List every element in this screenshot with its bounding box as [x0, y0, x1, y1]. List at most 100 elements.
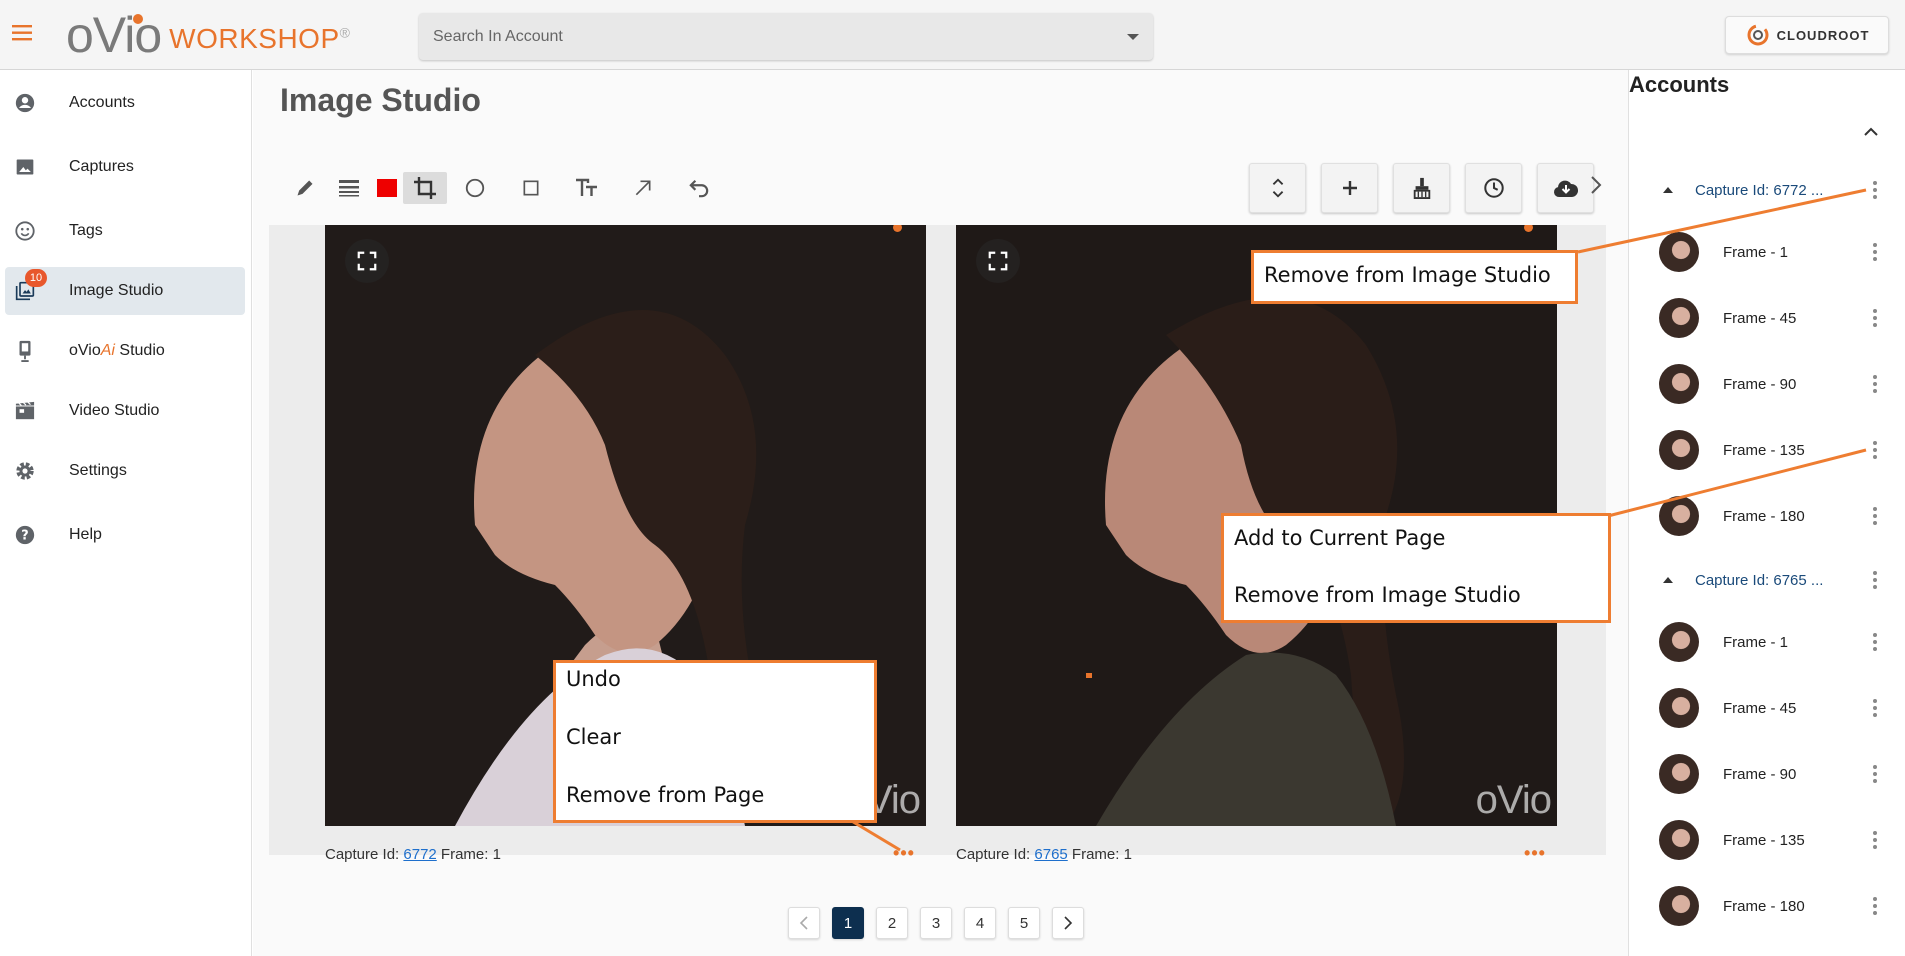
- frame-item[interactable]: Frame - 45: [1659, 296, 1889, 340]
- toolbar-next-icon[interactable]: [1586, 170, 1606, 200]
- toggle-layout-button[interactable]: [1249, 163, 1306, 213]
- cloudroot-label: CLOUDROOT: [1776, 27, 1870, 43]
- phone-studio-icon: [13, 339, 37, 363]
- capture-group-6772[interactable]: Capture Id: 6772 ...: [1663, 178, 1883, 202]
- frame-menu-callout: Add to Current Page Remove from Image St…: [1221, 513, 1611, 623]
- prev-page-button[interactable]: [788, 907, 820, 939]
- add-page-button[interactable]: [1321, 163, 1378, 213]
- next-page-button[interactable]: [1052, 907, 1084, 939]
- frame-menu-icon[interactable]: [1867, 696, 1883, 720]
- crop-tool[interactable]: [403, 172, 447, 204]
- capture-group-6765[interactable]: Capture Id: 6765 ...: [1663, 568, 1883, 592]
- undo-tool[interactable]: [671, 172, 727, 204]
- frame-item[interactable]: Frame - 1: [1659, 230, 1889, 274]
- frame-menu-icon[interactable]: [1867, 306, 1883, 330]
- circle-tool[interactable]: [447, 172, 503, 204]
- account-search[interactable]: [419, 13, 1153, 60]
- sidebar-item-captures[interactable]: Captures: [5, 143, 245, 191]
- page-5-button[interactable]: 5: [1008, 907, 1040, 939]
- sidebar-item-label: Tags: [69, 222, 103, 239]
- sidebar-item-ovioai-studio[interactable]: oVioAi Studio: [5, 327, 245, 375]
- cloudroot-button[interactable]: CLOUDROOT: [1725, 16, 1889, 54]
- frame-menu-icon[interactable]: [1867, 372, 1883, 396]
- add-to-current-page-option[interactable]: Add to Current Page: [1234, 526, 1445, 550]
- fullscreen-icon[interactable]: [345, 239, 389, 283]
- collapse-icon[interactable]: [1863, 126, 1881, 144]
- frame-menu-icon[interactable]: [1867, 630, 1883, 654]
- dropdown-caret-icon[interactable]: [1127, 33, 1139, 40]
- line-weight-tool[interactable]: [327, 172, 371, 204]
- frame-item[interactable]: Frame - 1: [1659, 620, 1889, 664]
- frame-item[interactable]: Frame - 45: [1659, 686, 1889, 730]
- frame-item[interactable]: Frame - 180: [1659, 494, 1889, 538]
- frame-menu-icon[interactable]: [1867, 240, 1883, 264]
- sidebar-item-tags[interactable]: Tags: [5, 207, 245, 255]
- frame-menu-icon[interactable]: [1867, 504, 1883, 528]
- ovio-workshop-logo[interactable]: oVio WORKSHOP®: [66, 7, 351, 63]
- menu-icon[interactable]: [12, 24, 38, 46]
- sidebar-item-image-studio[interactable]: 10 Image Studio: [5, 267, 245, 315]
- frame-menu-icon[interactable]: [1867, 762, 1883, 786]
- fullscreen-icon[interactable]: [976, 239, 1020, 283]
- frame-item[interactable]: Frame - 90: [1659, 752, 1889, 796]
- rectangle-tool[interactable]: [503, 172, 559, 204]
- capture-menu-icon[interactable]: [1867, 178, 1883, 202]
- help-icon: ?: [13, 523, 37, 547]
- capture-id-link[interactable]: 6765: [1034, 846, 1067, 863]
- photo-more-icon[interactable]: •••: [892, 842, 916, 864]
- frame-thumbnail: [1659, 496, 1699, 536]
- pencil-icon: [297, 180, 313, 196]
- capture-menu-icon[interactable]: [1867, 568, 1883, 592]
- page-2-button[interactable]: 2: [876, 907, 908, 939]
- expand-triangle-icon: [1663, 577, 1673, 583]
- sidebar-item-settings[interactable]: Settings: [5, 447, 245, 495]
- pencil-tool[interactable]: [283, 172, 327, 204]
- photo-more-icon[interactable]: •••: [1523, 842, 1547, 864]
- text-tool[interactable]: [559, 172, 615, 204]
- clean-button[interactable]: [1393, 163, 1450, 213]
- page-title: Image Studio: [280, 82, 481, 118]
- sidebar-item-help[interactable]: ? Help: [5, 511, 245, 559]
- remove-from-page-option[interactable]: Remove from Page: [566, 783, 764, 807]
- frame-label: Frame - 90: [1723, 765, 1797, 783]
- frame-item[interactable]: Frame - 135: [1659, 818, 1889, 862]
- search-input[interactable]: [433, 27, 1119, 46]
- frame-thumbnail: [1659, 430, 1699, 470]
- page-1-button[interactable]: 1: [832, 907, 864, 939]
- frame-label: Frame - 135: [1723, 831, 1805, 849]
- sidebar: Accounts Captures Tags 10 Image Studio o…: [0, 70, 252, 956]
- page-4-button[interactable]: 4: [964, 907, 996, 939]
- page-3-button[interactable]: 3: [920, 907, 952, 939]
- ovio-prefix: oVio: [69, 342, 101, 359]
- frame-thumbnail: [1659, 688, 1699, 728]
- arrow-tool[interactable]: [615, 172, 671, 204]
- unfold-icon: [1272, 178, 1283, 198]
- remove-from-image-studio-option[interactable]: Remove from Image Studio: [1264, 263, 1551, 287]
- line-weight-icon: [339, 180, 359, 197]
- color-picker[interactable]: [371, 172, 403, 204]
- gear-icon: [13, 459, 37, 483]
- undo-option[interactable]: Undo: [566, 667, 621, 691]
- frame-menu-icon[interactable]: [1867, 828, 1883, 852]
- frame-item[interactable]: Frame - 180: [1659, 884, 1889, 928]
- frame-menu-icon[interactable]: [1867, 894, 1883, 918]
- frame-item[interactable]: Frame - 135: [1659, 428, 1889, 472]
- app-root: oVio WORKSHOP® CLOUDROOT Accounts Captur…: [0, 0, 1905, 956]
- logo-ovio-text: oVio: [66, 7, 162, 63]
- sidebar-item-label: Captures: [69, 158, 134, 175]
- frame-menu-icon[interactable]: [1867, 438, 1883, 462]
- remove-from-image-studio-option[interactable]: Remove from Image Studio: [1234, 583, 1521, 607]
- capture-id-link[interactable]: 6772: [403, 846, 436, 863]
- frame-item[interactable]: Frame - 90: [1659, 362, 1889, 406]
- smiley-icon: [13, 219, 37, 243]
- sidebar-item-video-studio[interactable]: Video Studio: [5, 387, 245, 435]
- photo-library-icon: 10: [13, 269, 47, 303]
- sidebar-item-accounts[interactable]: Accounts: [5, 79, 245, 127]
- logo-dot: [133, 14, 143, 24]
- clear-option[interactable]: Clear: [566, 725, 621, 749]
- logo-sub: WORKSHOP: [169, 23, 340, 54]
- sidebar-item-label: oVioAi Studio: [69, 342, 165, 360]
- sidebar-item-label: Help: [69, 526, 102, 543]
- logo-reg: ®: [339, 24, 351, 41]
- history-button[interactable]: [1465, 163, 1522, 213]
